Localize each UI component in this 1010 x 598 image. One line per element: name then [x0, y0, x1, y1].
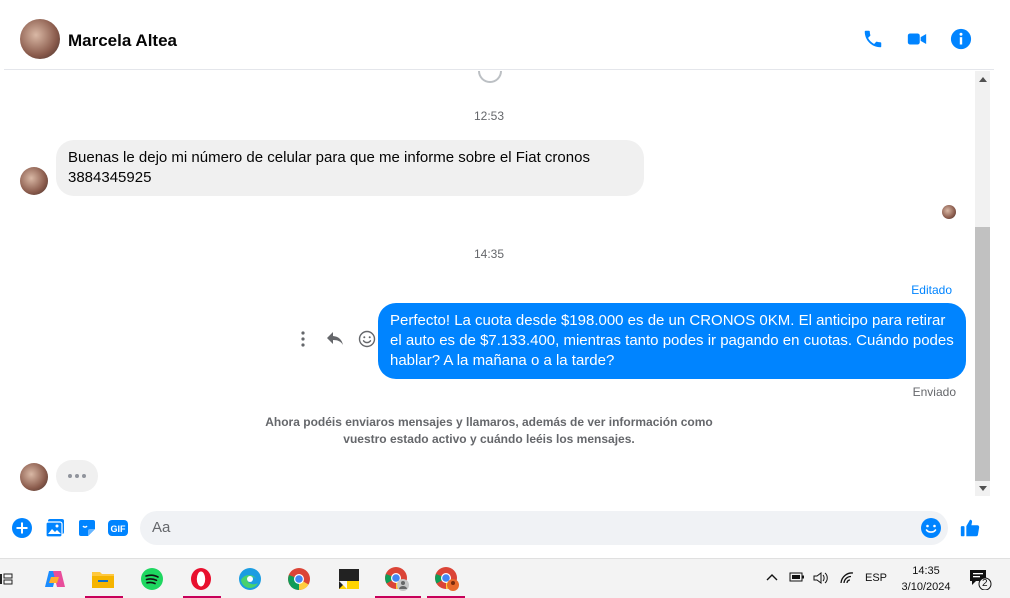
clock-time: 14:35 — [912, 565, 940, 577]
contact-name[interactable]: Marcela Altea — [68, 31, 177, 51]
scrollbar[interactable] — [975, 71, 990, 496]
outgoing-message[interactable]: Perfecto! La cuota desde $198.000 es de … — [378, 303, 966, 379]
notification-count-badge: 2 — [982, 578, 988, 589]
loading-spinner-icon — [478, 71, 502, 83]
sent-status: Enviado — [912, 385, 956, 399]
notifications-icon[interactable] — [968, 568, 992, 593]
call-icon[interactable] — [861, 27, 885, 51]
scrollbar-thumb[interactable] — [975, 227, 990, 481]
contact-avatar-small[interactable] — [20, 463, 48, 491]
file-explorer-icon[interactable] — [89, 565, 117, 593]
message-list[interactable]: 12:53 Buenas le dejo mi número de celula… — [4, 71, 974, 496]
attach-photo-icon[interactable] — [44, 517, 66, 539]
show-hidden-icons-chevron-icon[interactable] — [766, 572, 778, 585]
spotify-icon[interactable] — [138, 565, 166, 593]
task-view-icon[interactable] — [0, 565, 20, 593]
svg-text:GIF: GIF — [111, 524, 127, 534]
info-icon[interactable] — [949, 27, 973, 51]
system-notice: Ahora podéis enviaros mensajes y llamaro… — [265, 415, 713, 446]
opera-icon[interactable] — [187, 565, 215, 593]
timestamp: 14:35 — [473, 247, 505, 261]
react-icon[interactable] — [358, 329, 376, 349]
message-input[interactable] — [152, 519, 912, 536]
more-actions-plus-icon[interactable] — [11, 517, 33, 539]
sticker-icon[interactable] — [76, 517, 98, 539]
message-actions — [294, 329, 376, 349]
emoji-icon[interactable] — [920, 517, 942, 539]
windows-taskbar: ESP 14:35 3/10/2024 2 — [0, 558, 1010, 598]
message-composer: GIF — [0, 506, 994, 550]
contact-avatar[interactable] — [20, 19, 60, 59]
typing-indicator — [56, 460, 98, 492]
more-options-icon[interactable] — [294, 329, 312, 349]
read-receipt-avatar — [942, 205, 956, 219]
chrome-profile-icon[interactable] — [383, 565, 411, 593]
system-clock[interactable]: 14:35 3/10/2024 — [896, 563, 956, 595]
clock-date: 3/10/2024 — [901, 581, 951, 593]
battery-icon[interactable] — [789, 571, 805, 586]
chat-header: Marcela Altea — [4, 8, 994, 70]
wifi-icon[interactable] — [839, 571, 855, 588]
message-input-box[interactable] — [140, 511, 948, 545]
video-call-icon[interactable] — [905, 27, 929, 51]
chrome-profile-icon[interactable] — [433, 565, 461, 593]
volume-icon[interactable] — [813, 571, 829, 588]
scroll-up-arrow-icon[interactable] — [979, 77, 987, 82]
scroll-down-arrow-icon[interactable] — [979, 486, 987, 491]
copilot-icon[interactable] — [41, 565, 69, 593]
contact-avatar-small[interactable] — [20, 167, 48, 195]
incoming-message[interactable]: Buenas le dejo mi número de celular para… — [56, 140, 644, 196]
gif-icon[interactable]: GIF — [107, 517, 129, 539]
chrome-icon[interactable] — [285, 565, 313, 593]
edge-icon[interactable] — [236, 565, 264, 593]
timestamp: 12:53 — [473, 109, 505, 123]
edited-label[interactable]: Editado — [911, 283, 952, 297]
like-thumb-icon[interactable] — [959, 517, 981, 539]
sticky-notes-icon[interactable] — [335, 565, 363, 593]
input-language[interactable]: ESP — [865, 572, 887, 584]
reply-icon[interactable] — [326, 329, 344, 349]
